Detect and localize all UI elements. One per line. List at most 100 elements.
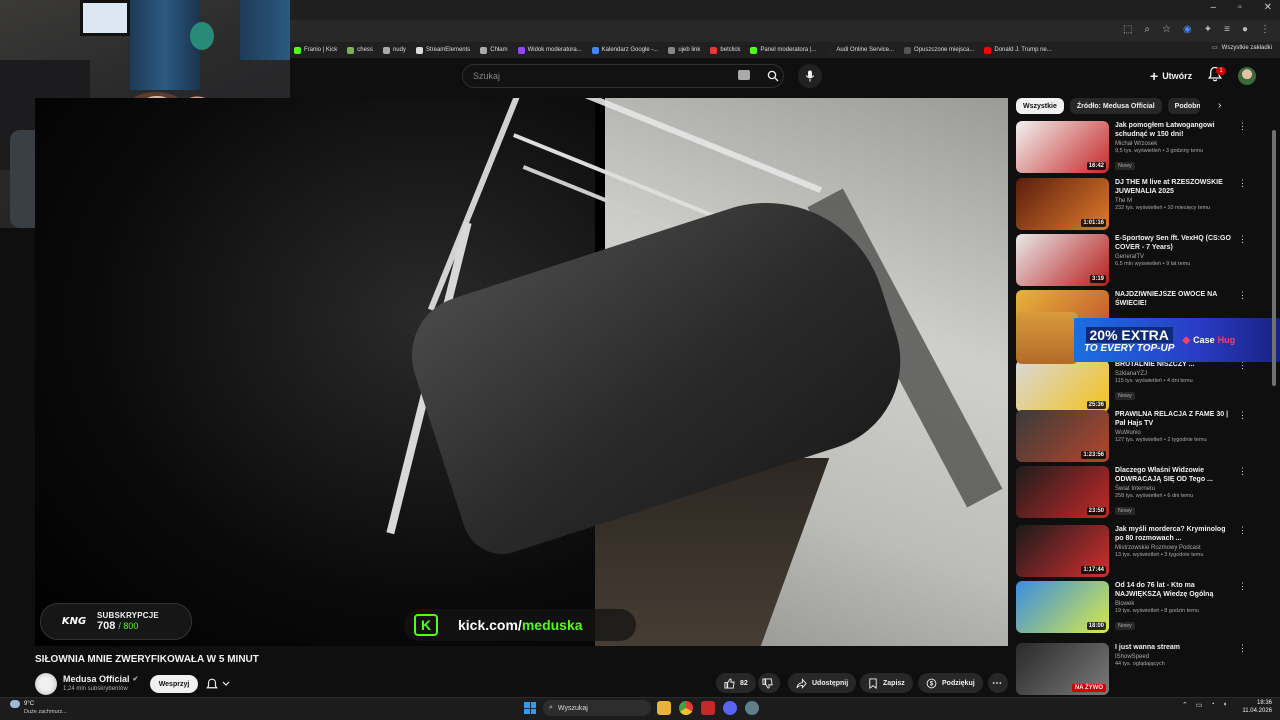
discord-icon[interactable] [723, 701, 737, 715]
bookmark-item[interactable]: StreamElements [415, 46, 470, 54]
restore-icon[interactable]: ▫ [1238, 2, 1242, 13]
channel-name[interactable]: Medusa Official ✔ [63, 674, 138, 684]
sidebar-scrollbar[interactable] [1272, 130, 1276, 386]
windows-logo-icon [530, 702, 536, 708]
recommendation-item[interactable]: 3:19 E-Sportowy Sen /ft. VexHQ (CS:GO COV… [1016, 234, 1247, 288]
filter-chips: Wszystkie Źródło: Medusa Official Podobn… [1016, 98, 1200, 114]
minimize-icon[interactable]: – [1211, 2, 1217, 13]
chevron-right-icon[interactable]: › [1218, 100, 1221, 111]
recommendation-item[interactable]: 23:50 Dlaczego Właśni Widzowie ODWRACAJĄ … [1016, 466, 1247, 520]
file-explorer-icon[interactable] [657, 701, 671, 715]
bookmark-item[interactable]: Widok moderatora... [517, 46, 582, 54]
bookmark-folder[interactable]: nudy [382, 46, 406, 54]
install-icon[interactable]: ⬚ [1123, 24, 1132, 35]
create-button[interactable]: + Utwórz [1150, 66, 1192, 86]
bookmark-item[interactable]: Panel moderatora |... [750, 46, 816, 54]
profile-icon[interactable]: ● [1242, 24, 1248, 35]
save-button[interactable]: Zapisz [860, 673, 913, 693]
recommendation-item[interactable]: 1:01:16 DJ THE M live at RZESZOWSKIE JUWE… [1016, 178, 1247, 232]
weather-widget[interactable]: 9°C [10, 700, 34, 708]
bookmark-item[interactable]: Audi Online Service... [826, 46, 894, 54]
subscription-goal-text: SUBSKRYPCJE 708 / 800 [97, 611, 159, 632]
recommendation-thumbnail[interactable]: 3:19 [1016, 234, 1109, 286]
recommendation-item[interactable]: 25:36 BRUTALNIE NISZCZY ... SzklanaYZJ 115 … [1016, 360, 1247, 414]
wifi-icon[interactable]: ◔ [1211, 701, 1215, 709]
recommendation-thumbnail[interactable]: 18:00 [1016, 581, 1109, 633]
more-vertical-icon[interactable]: ⋮ [1238, 581, 1247, 635]
taskbar-clock[interactable]: 18:36 11.04.2026 [1240, 699, 1272, 715]
bookmark-item[interactable]: Donald J. Trump ne... [984, 46, 1052, 54]
recommendation-item[interactable]: 16:42 Jak pomogłem Łatwogangowi schudnąć … [1016, 121, 1247, 175]
recommendation-thumbnail[interactable]: 23:50 [1016, 466, 1109, 518]
media-icon[interactable]: ≡ [1224, 24, 1230, 35]
share-icon [796, 677, 807, 689]
extension-icon[interactable]: ◉ [1183, 24, 1192, 35]
chip-source-channel[interactable]: Źródło: Medusa Official [1069, 98, 1162, 114]
recommendation-thumbnail[interactable]: NA ŻYWO [1016, 643, 1109, 695]
channel-avatar[interactable] [35, 673, 57, 695]
ad-banner[interactable]: 20% EXTRA TO EVERY TOP-UP ◆ Case Hug [1074, 318, 1280, 362]
recommendation-thumbnail[interactable]: 25:36 [1016, 360, 1109, 412]
recommendation-item[interactable]: 1:17:44 Jak myśli morderca? Kryminolog po… [1016, 525, 1247, 579]
chevron-up-icon[interactable]: ⌃ [1182, 701, 1188, 709]
twitch-icon [517, 46, 525, 54]
more-vertical-icon[interactable]: ⋮ [1238, 525, 1247, 579]
thanks-button[interactable]: $ Podziękuj [918, 673, 983, 693]
video-player[interactable] [35, 98, 1008, 646]
bookmark-item[interactable]: betclick [710, 46, 740, 54]
folder-icon: ▭ [1211, 45, 1218, 51]
volume-icon[interactable]: ◖ [1223, 701, 1227, 709]
search-button[interactable] [760, 64, 786, 88]
voice-search-button[interactable] [798, 64, 822, 88]
recommendation-thumbnail[interactable]: 1:17:44 [1016, 525, 1109, 577]
more-vertical-icon[interactable]: ⋮ [1238, 643, 1247, 697]
recommendation-thumbnail[interactable]: 1:23:56 [1016, 410, 1109, 462]
bookmark-item[interactable]: Kalendarz Google -... [591, 46, 658, 54]
search-input[interactable]: Szukaj [462, 64, 784, 88]
bookmark-item[interactable]: ujeb link [668, 46, 700, 54]
bookmark-star-icon[interactable]: ☆ [1162, 24, 1171, 35]
account-avatar[interactable] [1238, 67, 1256, 85]
like-button[interactable]: 82 [716, 673, 756, 693]
notification-preference-button[interactable] [206, 675, 242, 693]
recommendation-info: Jak pomogłem Łatwogangowi schudnąć w 150… [1115, 121, 1232, 175]
more-vertical-icon[interactable]: ⋮ [1238, 234, 1247, 288]
bookmark-item[interactable]: Opuszczone miejsca... [904, 46, 974, 54]
more-vertical-icon[interactable]: ⋮ [1238, 360, 1247, 414]
ad-headline: 20% EXTRA [1085, 326, 1173, 343]
start-button[interactable] [524, 702, 536, 714]
network-icon[interactable]: ▭ [1196, 701, 1203, 709]
all-bookmarks[interactable]: ▭ Wszystkie zakładki [1211, 44, 1272, 52]
taskbar-search[interactable]: ⌕ Wyszukaj [543, 700, 651, 716]
settings-icon[interactable] [745, 701, 759, 715]
recommendation-thumbnail[interactable]: 1:01:16 [1016, 178, 1109, 230]
recommendation-item[interactable]: 1:23:56 PRAWILNA RELACJA Z FAME 30 | Pał … [1016, 410, 1247, 464]
recommendation-title: E-Sportowy Sen /ft. VexHQ (CS:GO COVER -… [1115, 235, 1231, 251]
app-icon[interactable] [701, 701, 715, 715]
more-vertical-icon[interactable]: ⋮ [1238, 178, 1247, 232]
bookmark-folder[interactable]: Chłam [480, 46, 508, 54]
more-vertical-icon[interactable]: ⋮ [1238, 466, 1247, 520]
chip-similar[interactable]: Podobne [1167, 98, 1200, 114]
menu-dots-icon[interactable]: ⋮ [1260, 24, 1270, 35]
more-vertical-icon[interactable]: ⋮ [1238, 121, 1247, 175]
close-icon[interactable]: ✕ [1264, 2, 1272, 13]
recommendation-item[interactable]: 18:00 Od 14 do 76 lat - Kto ma NAJWIĘKSZĄ… [1016, 581, 1247, 635]
zoom-icon[interactable]: ⌕ [1144, 24, 1150, 35]
share-button[interactable]: Udostępnij [788, 673, 857, 693]
bookmark-item[interactable]: Franio | Kick [294, 46, 337, 54]
bell-icon [206, 678, 218, 688]
chip-all[interactable]: Wszystkie [1016, 98, 1064, 114]
more-vertical-icon[interactable]: ⋮ [1238, 410, 1247, 464]
weather-description: Duże zachmurz... [24, 709, 67, 715]
recommendation-item[interactable]: NA ŻYWO I just wanna stream IShowSpeed 44 t… [1016, 643, 1247, 697]
dislike-button[interactable] [758, 673, 780, 693]
keyboard-icon[interactable] [738, 70, 750, 80]
bookmark-item[interactable]: chess [347, 46, 373, 54]
recommendation-thumbnail[interactable]: 16:42 [1016, 121, 1109, 173]
support-button[interactable]: Wesprzyj [150, 675, 198, 693]
recommendation-info: DJ THE M live at RZESZOWSKIE JUWENALIA 2… [1115, 178, 1232, 232]
more-actions-button[interactable]: ⋯ [988, 673, 1008, 693]
extensions-puzzle-icon[interactable]: ✦ [1204, 24, 1212, 35]
chrome-icon[interactable] [679, 701, 693, 715]
